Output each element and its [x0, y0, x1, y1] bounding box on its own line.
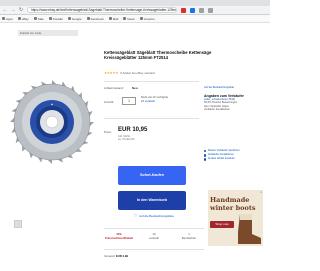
divider — [104, 81, 199, 82]
watch-link[interactable]: ♡ Auf die Beobachtungsliste — [134, 213, 174, 218]
star-icon: ★★★★★ — [104, 71, 119, 75]
menu-icon[interactable] — [208, 7, 213, 13]
link-bullet-icon — [204, 154, 207, 157]
bookmark-icon — [123, 17, 127, 20]
buy-now-button[interactable]: Sofort-Kaufen — [118, 166, 186, 185]
bookmark-item[interactable]: Facebook — [86, 16, 104, 21]
extension-icon[interactable] — [181, 7, 186, 13]
bookmark-label: eBay — [21, 16, 29, 21]
browser-toolbar: ← → ↻ https://www.ebay.de/itm/Kettensage… — [0, 6, 270, 15]
shipping-value: EUR 4,99 — [115, 254, 128, 258]
bookmark-item[interactable]: Apps — [2, 17, 13, 21]
bookmark-item[interactable]: Amazon — [139, 16, 155, 21]
product-title: Kettensägeblatt Sägeblatt Thermoscheibe … — [104, 50, 212, 61]
bookmark-icon — [48, 17, 52, 20]
price: EUR 10,95 — [118, 127, 148, 133]
bookmark-item[interactable]: Kontakt — [48, 16, 63, 21]
reload-icon[interactable]: ↻ — [18, 7, 24, 13]
bookmark-item[interactable]: Mail — [108, 16, 119, 21]
divider — [104, 249, 204, 250]
sold-info: ★★★★★ 6 Artikel bei eBay verkauft — [104, 71, 155, 75]
stat-label: verkauft — [149, 235, 159, 240]
availability: Mehr als 10 verfügbar 16 verkauft — [141, 95, 181, 103]
sold-text: 6 Artikel bei eBay verkauft — [120, 71, 155, 75]
bookmark-label: Kontakt — [52, 16, 63, 21]
bookmark-icon — [33, 17, 37, 20]
circular-saw-blade-image: ▲ — [10, 80, 94, 164]
price-label: Preis: — [104, 130, 112, 134]
stat-label: Preisnachlass/Rabatt — [104, 235, 134, 240]
seller-link-item[interactable]: Andere Artikel ansehen — [204, 157, 266, 161]
bookmark-label: Amazon — [143, 16, 155, 21]
condition-value: Neu — [132, 86, 138, 90]
bookmark-icon — [108, 17, 112, 20]
heart-icon: ♡ — [134, 213, 138, 218]
thumbnail-strip — [14, 220, 74, 228]
back-to-list-link[interactable]: Zurück zur Liste — [18, 30, 78, 36]
extension-icon[interactable] — [199, 7, 204, 13]
bookmark-label: Apps — [6, 16, 13, 21]
approx-price: ca. US $12,80 — [118, 138, 135, 142]
bookmark-icon — [139, 17, 143, 20]
price-sub: inkl. MwSt. ca. US $12,80 — [118, 135, 134, 142]
thumbnail[interactable] — [14, 220, 22, 228]
bookmark-item[interactable]: Sale — [33, 16, 44, 21]
stat-item: 16% Preisnachlass/Rabatt — [104, 232, 134, 240]
stat-item: 1 Beobachter — [174, 232, 204, 240]
boot-image — [238, 214, 261, 244]
bookmark-label: Mail — [112, 16, 119, 21]
forward-icon[interactable]: → — [10, 7, 16, 13]
advertisement[interactable]: x Handmade winter boots Shop now — [208, 190, 263, 246]
add-to-cart-button[interactable]: In den Warenkorb — [118, 191, 186, 210]
bookmarks-bar: Apps eBay Sale Kontakt Google Facebook Mail New… — [0, 15, 270, 23]
ad-headline: Handmade — [210, 196, 250, 204]
ad-shop-button[interactable]: Shop now — [210, 221, 234, 228]
seller-contact[interactable]: Verkäufer kontaktieren — [204, 108, 266, 112]
stats-row: 16% Preisnachlass/Rabatt 16 verkauft 1 Beobac… — [104, 232, 204, 240]
divider — [104, 228, 204, 229]
bookmark-label: Google — [71, 16, 82, 21]
watch-label: Auf die Beobachtungsliste — [139, 213, 174, 218]
ad-subheadline: winter boots — [210, 204, 256, 212]
close-icon[interactable]: x — [261, 190, 263, 194]
bookmark-item[interactable]: News — [123, 17, 135, 21]
seller-top-link[interactable]: Auf die Beobachtungsliste — [204, 86, 266, 90]
seller-panel: Auf die Beobachtungsliste Angaben zum Ve… — [204, 86, 266, 112]
bookmark-icon — [67, 17, 71, 20]
stat-label: Beobachter — [181, 235, 197, 240]
bookmark-label: Facebook — [90, 16, 104, 21]
seller-links: Diesen Verkäufer speichern Verkäufer kont… — [204, 149, 266, 162]
sold-count-link[interactable]: 16 verkauft — [141, 99, 155, 103]
extension-icon[interactable] — [190, 7, 195, 13]
quantity-label: Anzahl: — [104, 100, 115, 104]
svg-text:▲: ▲ — [51, 102, 54, 106]
shipping-info: Versand: EUR 4,99 — [104, 254, 128, 258]
shipping-label: Versand: — [104, 254, 116, 258]
divider — [104, 118, 199, 119]
stat-item: 16 verkauft — [139, 232, 169, 240]
bookmark-item[interactable]: Google — [67, 16, 82, 21]
quantity-input[interactable]: 1 — [122, 97, 136, 105]
bookmark-icon — [86, 17, 90, 20]
seller-link-label: Andere Artikel ansehen — [207, 157, 235, 161]
link-bullet-icon — [204, 149, 207, 153]
bookmark-item[interactable]: eBay — [17, 16, 29, 21]
link-bullet-icon — [204, 158, 207, 161]
product-image[interactable]: ▲ — [8, 56, 96, 188]
condition-label: Artikelzustand: — [104, 86, 124, 90]
bookmark-icon — [17, 17, 21, 20]
bookmark-label: Sale — [37, 16, 44, 21]
bookmark-icon — [2, 17, 5, 20]
back-icon[interactable]: ← — [2, 7, 8, 13]
address-bar[interactable]: https://www.ebay.de/itm/Kettensageblatt-… — [27, 7, 177, 13]
bookmark-label: News — [127, 16, 135, 21]
